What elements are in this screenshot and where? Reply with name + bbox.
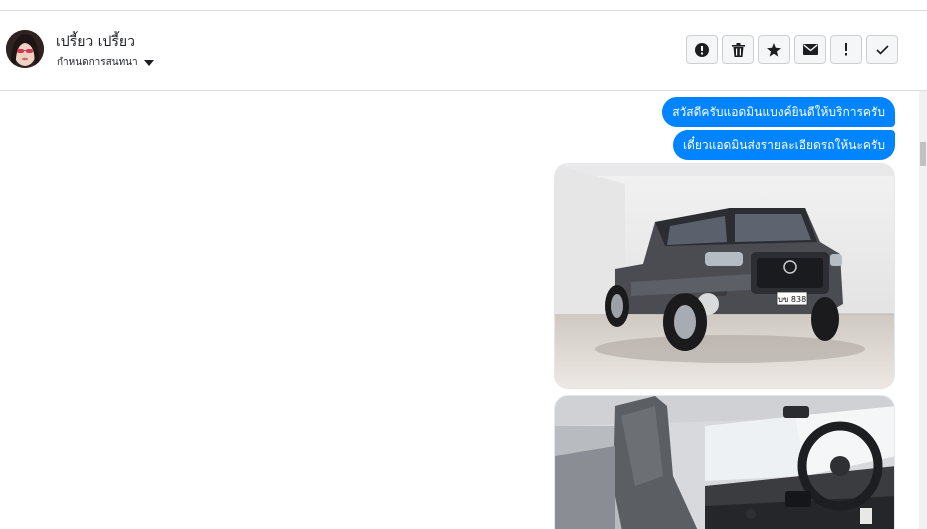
report-button[interactable]	[686, 35, 718, 64]
action-toolbar	[686, 35, 898, 64]
spam-button[interactable]	[830, 35, 862, 64]
trash-icon	[731, 42, 745, 57]
check-icon	[875, 44, 889, 55]
scrollbar-thumb[interactable]	[920, 142, 926, 166]
message-image-interior[interactable]	[554, 395, 895, 529]
exclamation-icon	[845, 43, 847, 56]
message-bubble[interactable]: เดี๋ยวแอดมินส่งรายละเอียดรถให้นะครับ	[672, 130, 895, 160]
avatar[interactable]	[6, 30, 44, 68]
mark-unread-button[interactable]	[794, 35, 826, 64]
star-button[interactable]	[758, 35, 790, 64]
star-icon	[767, 42, 781, 57]
contact-name: เปรี้ยว เปรี้ยว	[56, 34, 135, 50]
message-thread[interactable]: สวัสดีครับแอดมินแบงค์ยินดีให้บริการครับ …	[0, 91, 919, 529]
conversation-header: เปรี้ยว เปรี้ยว กำหนดการสนทนา	[0, 11, 927, 91]
alert-circle-icon	[695, 42, 709, 57]
license-plate: บข 838	[778, 295, 806, 304]
message-image-truck[interactable]: บข 838	[554, 163, 895, 389]
message-bubble[interactable]: สวัสดีครับแอดมินแบงค์ยินดีให้บริการครับ	[662, 97, 895, 127]
mark-done-button[interactable]	[866, 35, 898, 64]
conversation-dropdown[interactable]: กำหนดการสนทนา	[57, 55, 154, 70]
chevron-down-icon	[143, 59, 154, 66]
conversation-label: กำหนดการสนทนา	[57, 57, 138, 68]
delete-button[interactable]	[722, 35, 754, 64]
mail-icon	[802, 44, 818, 55]
